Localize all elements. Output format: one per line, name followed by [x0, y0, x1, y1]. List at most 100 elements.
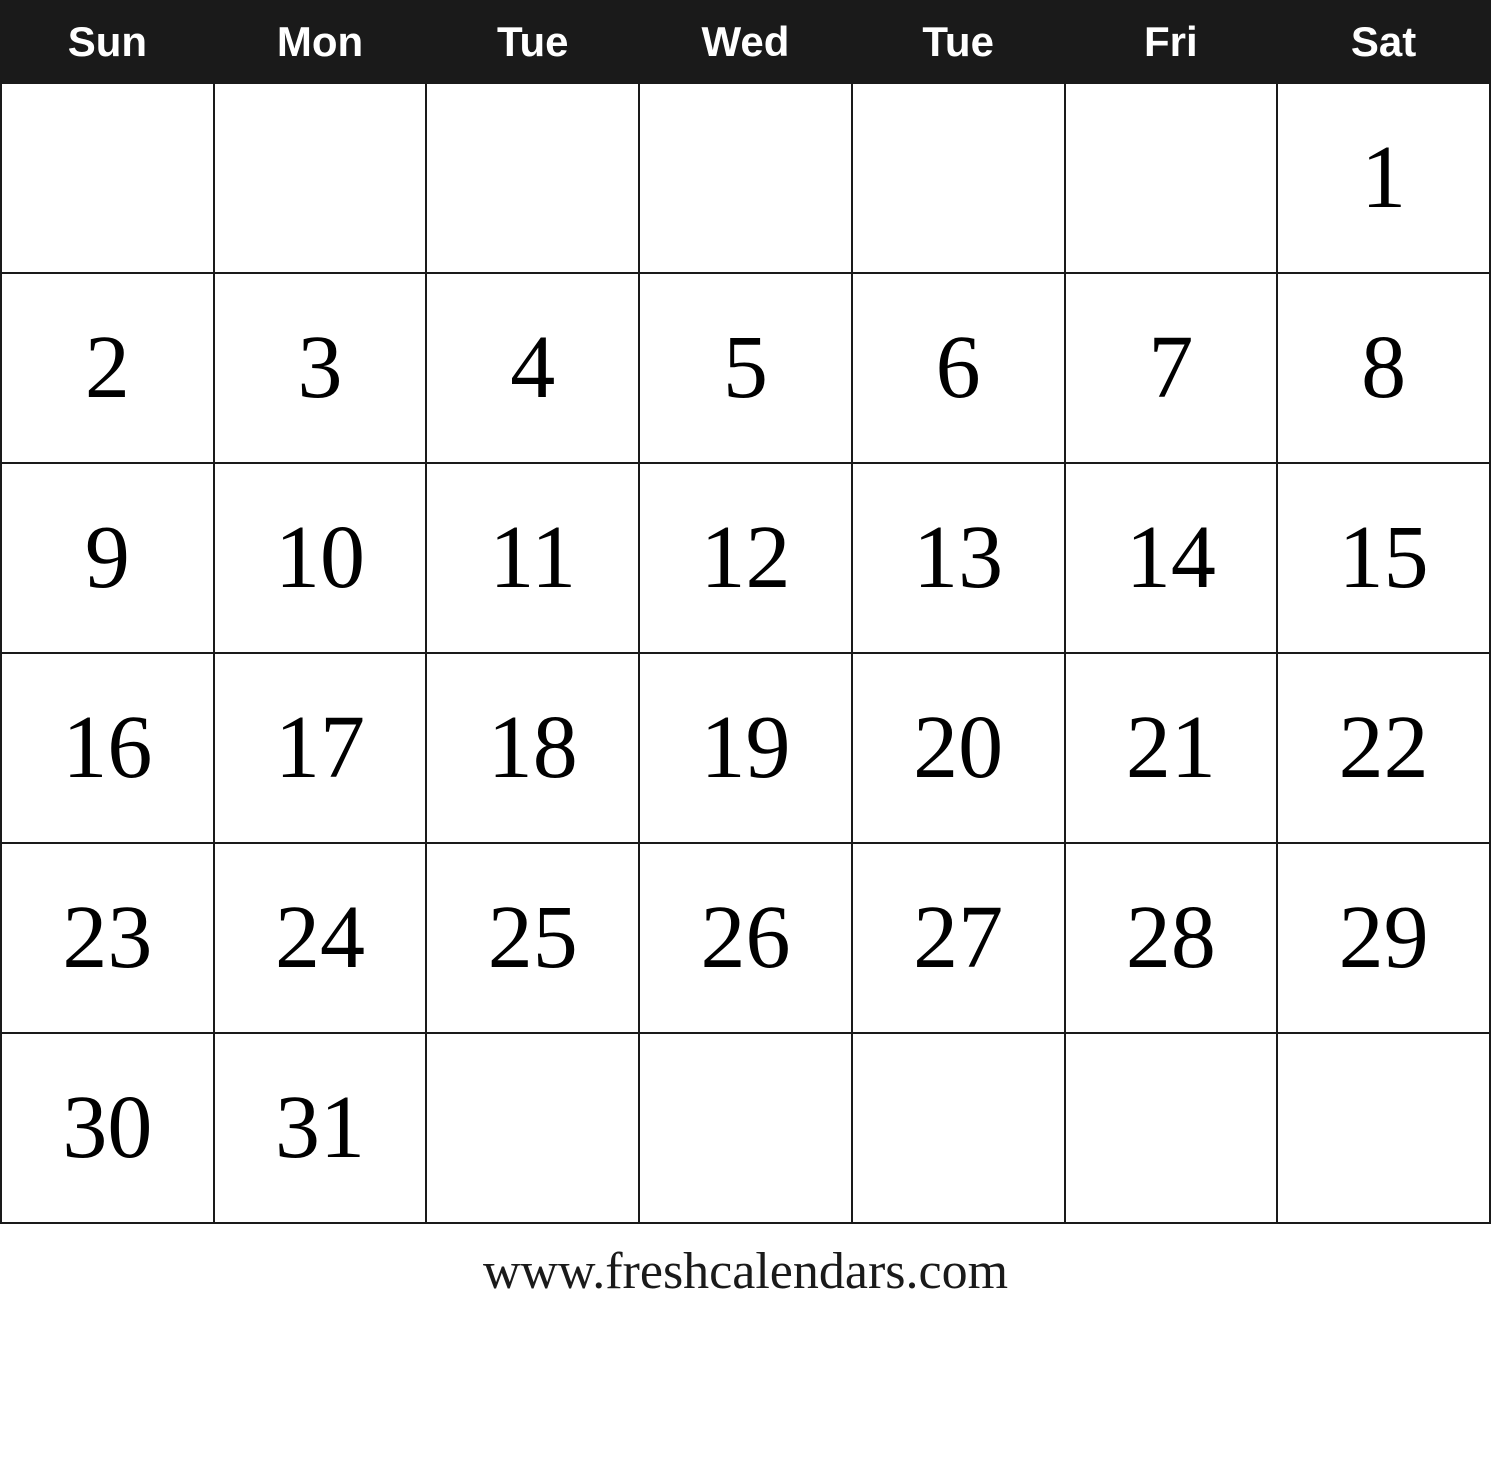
day-number	[427, 84, 638, 272]
footer-url: www.freshcalendars.com	[0, 1224, 1491, 1311]
day-number: 26	[640, 844, 851, 1032]
day-cell: 8	[1277, 273, 1490, 463]
day-cell	[1065, 1033, 1278, 1223]
day-cell: 10	[214, 463, 427, 653]
day-cell	[852, 1033, 1065, 1223]
day-cell: 24	[214, 843, 427, 1033]
day-number: 29	[1278, 844, 1489, 1032]
day-cell: 2	[1, 273, 214, 463]
week-row-3: 9 10 11 12 13 14 15	[1, 463, 1490, 653]
calendar-table: Sun Mon Tue Wed Tue Fri Sat 1 2 3	[0, 0, 1491, 1224]
day-number: 13	[853, 464, 1064, 652]
day-cell	[426, 83, 639, 273]
day-cell: 13	[852, 463, 1065, 653]
day-number: 23	[2, 844, 213, 1032]
day-cell: 26	[639, 843, 852, 1033]
day-number	[640, 84, 851, 272]
col-header-sun: Sun	[1, 1, 214, 83]
day-number	[427, 1034, 638, 1222]
week-row-4: 16 17 18 19 20 21 22	[1, 653, 1490, 843]
day-number: 14	[1066, 464, 1277, 652]
day-cell	[426, 1033, 639, 1223]
day-number: 1	[1278, 84, 1489, 272]
day-number: 21	[1066, 654, 1277, 842]
col-header-sat: Sat	[1277, 1, 1490, 83]
day-number: 15	[1278, 464, 1489, 652]
day-number: 8	[1278, 274, 1489, 462]
week-row-6: 30 31	[1, 1033, 1490, 1223]
day-cell: 11	[426, 463, 639, 653]
day-cell: 19	[639, 653, 852, 843]
day-number: 16	[2, 654, 213, 842]
day-number	[1278, 1034, 1489, 1222]
day-cell: 15	[1277, 463, 1490, 653]
day-cell: 20	[852, 653, 1065, 843]
day-number: 27	[853, 844, 1064, 1032]
day-cell: 27	[852, 843, 1065, 1033]
day-cell: 30	[1, 1033, 214, 1223]
day-cell: 5	[639, 273, 852, 463]
day-cell	[1, 83, 214, 273]
day-number: 3	[215, 274, 426, 462]
day-number: 22	[1278, 654, 1489, 842]
day-cell: 9	[1, 463, 214, 653]
day-number: 31	[215, 1034, 426, 1222]
day-number: 28	[1066, 844, 1277, 1032]
day-number: 12	[640, 464, 851, 652]
day-number: 2	[2, 274, 213, 462]
day-number: 19	[640, 654, 851, 842]
week-row-2: 2 3 4 5 6 7 8	[1, 273, 1490, 463]
day-cell: 16	[1, 653, 214, 843]
day-number	[853, 84, 1064, 272]
day-number: 4	[427, 274, 638, 462]
col-header-fri: Fri	[1065, 1, 1278, 83]
header-row: Sun Mon Tue Wed Tue Fri Sat	[1, 1, 1490, 83]
day-cell: 21	[1065, 653, 1278, 843]
day-cell: 14	[1065, 463, 1278, 653]
day-cell: 12	[639, 463, 852, 653]
calendar-container: Sun Mon Tue Wed Tue Fri Sat 1 2 3	[0, 0, 1491, 1466]
day-cell	[639, 1033, 852, 1223]
day-number	[2, 84, 213, 272]
col-header-tue: Tue	[426, 1, 639, 83]
day-number: 17	[215, 654, 426, 842]
day-number: 9	[2, 464, 213, 652]
day-number	[853, 1034, 1064, 1222]
col-header-wed: Wed	[639, 1, 852, 83]
day-cell	[852, 83, 1065, 273]
week-row-5: 23 24 25 26 27 28 29	[1, 843, 1490, 1033]
day-number	[1066, 1034, 1277, 1222]
day-number: 6	[853, 274, 1064, 462]
day-number: 24	[215, 844, 426, 1032]
day-number: 7	[1066, 274, 1277, 462]
day-cell: 31	[214, 1033, 427, 1223]
day-number: 11	[427, 464, 638, 652]
day-number	[640, 1034, 851, 1222]
day-cell: 1	[1277, 83, 1490, 273]
day-number: 20	[853, 654, 1064, 842]
day-cell: 7	[1065, 273, 1278, 463]
day-cell: 22	[1277, 653, 1490, 843]
day-cell: 25	[426, 843, 639, 1033]
day-number: 18	[427, 654, 638, 842]
day-cell: 28	[1065, 843, 1278, 1033]
calendar-body: 1 2 3 4 5 6 7 8 9 10 11 12 13 14 15 16	[1, 83, 1490, 1223]
day-cell: 3	[214, 273, 427, 463]
day-number	[1066, 84, 1277, 272]
col-header-thu: Tue	[852, 1, 1065, 83]
col-header-mon: Mon	[214, 1, 427, 83]
day-cell: 29	[1277, 843, 1490, 1033]
day-number: 5	[640, 274, 851, 462]
day-cell: 6	[852, 273, 1065, 463]
day-cell	[1065, 83, 1278, 273]
day-cell	[639, 83, 852, 273]
day-cell: 4	[426, 273, 639, 463]
day-cell	[214, 83, 427, 273]
day-number: 10	[215, 464, 426, 652]
day-number	[215, 84, 426, 272]
day-cell: 18	[426, 653, 639, 843]
day-number: 25	[427, 844, 638, 1032]
day-cell: 23	[1, 843, 214, 1033]
day-cell: 17	[214, 653, 427, 843]
week-row-1: 1	[1, 83, 1490, 273]
